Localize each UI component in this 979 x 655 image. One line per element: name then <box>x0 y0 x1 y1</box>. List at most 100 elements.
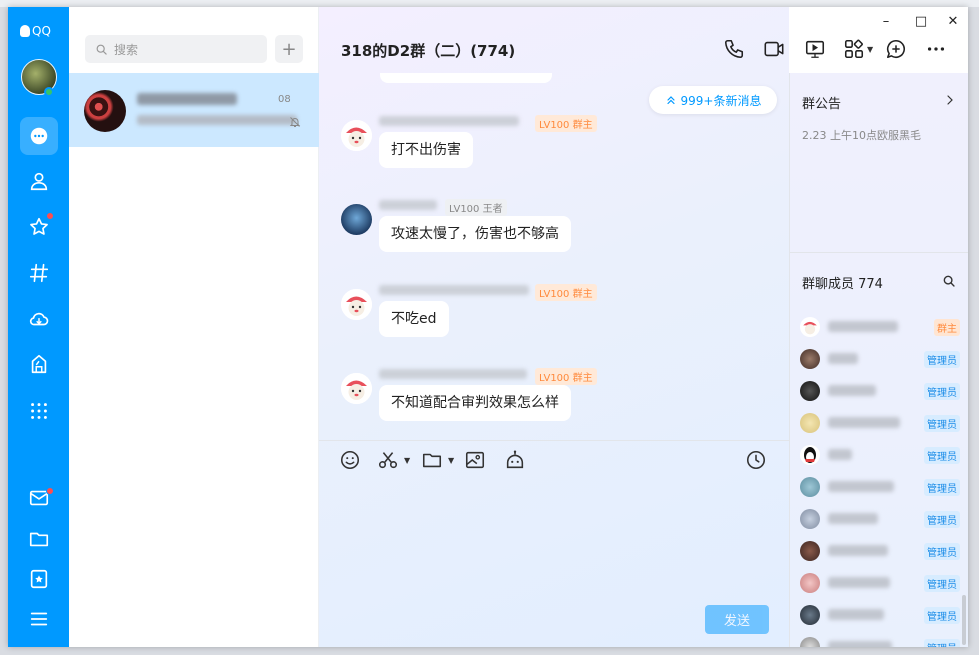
left-rail: QQ <box>8 7 69 647</box>
voice-call-button[interactable] <box>723 38 745 60</box>
rail-mail[interactable] <box>20 479 58 517</box>
rail-messages[interactable] <box>20 117 58 155</box>
member-role-tag: 管理员 <box>924 543 960 560</box>
message-list[interactable]: 999+条新消息 LV100 群主 打不出伤害 LV100 王者 攻速太慢了，伤… <box>319 73 789 440</box>
rail-channels[interactable] <box>20 254 58 292</box>
role-text: 王者 <box>482 204 503 215</box>
screen-share-icon <box>805 40 825 58</box>
search-icon <box>96 44 107 55</box>
file-button[interactable] <box>421 449 445 473</box>
member-role-tag: 管理员 <box>924 639 960 647</box>
video-call-button[interactable] <box>763 38 785 60</box>
member-item[interactable]: 管理员 <box>800 348 960 370</box>
sender-name-blurred <box>379 369 527 379</box>
member-role-tag: 管理员 <box>924 415 960 432</box>
level-text: LV100 <box>539 289 570 300</box>
previous-message-bubble <box>380 73 552 83</box>
emoji-button[interactable] <box>339 449 363 473</box>
mute-bell-icon <box>289 117 301 127</box>
member-name-blurred <box>828 449 852 460</box>
chevron-right-icon[interactable] <box>944 94 956 106</box>
apps-dropdown-icon[interactable]: ▼ <box>867 45 873 54</box>
more-button[interactable] <box>925 38 947 60</box>
message-bubble[interactable]: 不吃ed <box>379 301 449 337</box>
announcement-title: 群公告 <box>802 97 842 112</box>
member-item[interactable]: 管理员 <box>800 636 960 647</box>
member-item[interactable]: 管理员 <box>800 380 960 402</box>
new-messages-button[interactable]: 999+条新消息 <box>649 86 777 114</box>
announcement-section[interactable]: 群公告 2.23 上午10点欧服黑毛 <box>790 73 968 253</box>
conversation-item[interactable]: 08 <box>69 73 319 147</box>
member-item[interactable]: 管理员 <box>800 604 960 626</box>
new-messages-label: 999+条新消息 <box>680 93 762 108</box>
add-member-button[interactable] <box>885 38 907 60</box>
rail-apps[interactable] <box>20 392 58 430</box>
history-button[interactable] <box>745 449 769 473</box>
add-button[interactable]: + <box>275 35 303 63</box>
member-item[interactable]: 管理员 <box>800 476 960 498</box>
sender-role-tag: LV100 群主 <box>535 368 597 385</box>
member-role-tag: 管理员 <box>924 575 960 592</box>
member-name-blurred <box>828 545 888 556</box>
member-item[interactable]: 管理员 <box>800 540 960 562</box>
member-avatar <box>800 445 820 465</box>
penguin-icon <box>20 25 30 37</box>
member-name-blurred <box>828 385 876 396</box>
member-role-tag: 管理员 <box>924 383 960 400</box>
desktop-strip <box>0 0 979 7</box>
group-apps-button[interactable] <box>843 38 865 60</box>
conversation-time: 08 <box>278 94 291 105</box>
more-dots-icon <box>927 47 945 51</box>
member-search-icon[interactable] <box>942 274 956 288</box>
sender-avatar[interactable] <box>341 120 372 151</box>
member-item[interactable]: 管理员 <box>800 444 960 466</box>
online-status-dot <box>44 87 54 97</box>
members-title: 群聊成员 774 <box>802 277 883 292</box>
app-name: QQ <box>32 24 51 38</box>
star-badge <box>46 212 54 220</box>
rail-gamebox[interactable] <box>20 345 58 383</box>
screen-share-button[interactable] <box>804 38 826 60</box>
message-bubble[interactable]: 不知道配合审判效果怎么样 <box>379 385 571 421</box>
message-bubble[interactable]: 打不出伤害 <box>379 132 473 168</box>
star-icon <box>30 217 48 235</box>
phone-icon <box>724 39 744 59</box>
screenshot-button[interactable] <box>377 449 401 473</box>
minimize-button[interactable]: – <box>877 14 895 29</box>
folder-icon <box>422 453 442 468</box>
message-bubble[interactable]: 攻速太慢了，伤害也不够高 <box>379 216 571 252</box>
rail-cloud[interactable] <box>20 300 58 338</box>
image-button[interactable] <box>464 449 488 473</box>
rail-more-menu[interactable] <box>20 600 58 638</box>
sender-avatar[interactable] <box>341 289 372 320</box>
rail-collection[interactable] <box>20 560 58 598</box>
close-button[interactable]: ✕ <box>944 14 962 29</box>
sender-avatar[interactable] <box>341 204 372 235</box>
chat-plus-icon <box>886 39 905 59</box>
search-input[interactable]: 搜索 <box>85 35 267 63</box>
member-item[interactable]: 管理员 <box>800 412 960 434</box>
role-text: 群主 <box>572 289 593 300</box>
member-list-scrollbar[interactable] <box>962 595 966 645</box>
file-dropdown-icon[interactable]: ▼ <box>448 456 454 465</box>
rail-files[interactable] <box>20 520 58 558</box>
rail-contacts[interactable] <box>20 162 58 200</box>
member-avatar <box>800 413 820 433</box>
channel-icon <box>29 263 49 283</box>
screenshot-dropdown-icon[interactable]: ▼ <box>404 456 410 465</box>
message-input[interactable] <box>329 487 779 597</box>
group-info-panel: 群公告 2.23 上午10点欧服黑毛 群聊成员 774 群主 管理员 管理员 管… <box>789 73 968 647</box>
send-button[interactable]: 发送 <box>705 605 769 634</box>
maximize-button[interactable]: □ <box>912 14 930 29</box>
member-item[interactable]: 管理员 <box>800 572 960 594</box>
sender-role-tag: LV100 群主 <box>535 115 597 132</box>
robot-button[interactable] <box>504 449 528 473</box>
member-item[interactable]: 管理员 <box>800 508 960 530</box>
member-avatar <box>800 381 820 401</box>
sender-avatar[interactable] <box>341 373 372 404</box>
role-text: 群主 <box>572 120 593 131</box>
conversation-list: 搜索 + 08 <box>69 7 319 647</box>
member-name-blurred <box>828 481 894 492</box>
member-role-tag: 管理员 <box>924 479 960 496</box>
member-item[interactable]: 群主 <box>800 316 960 338</box>
